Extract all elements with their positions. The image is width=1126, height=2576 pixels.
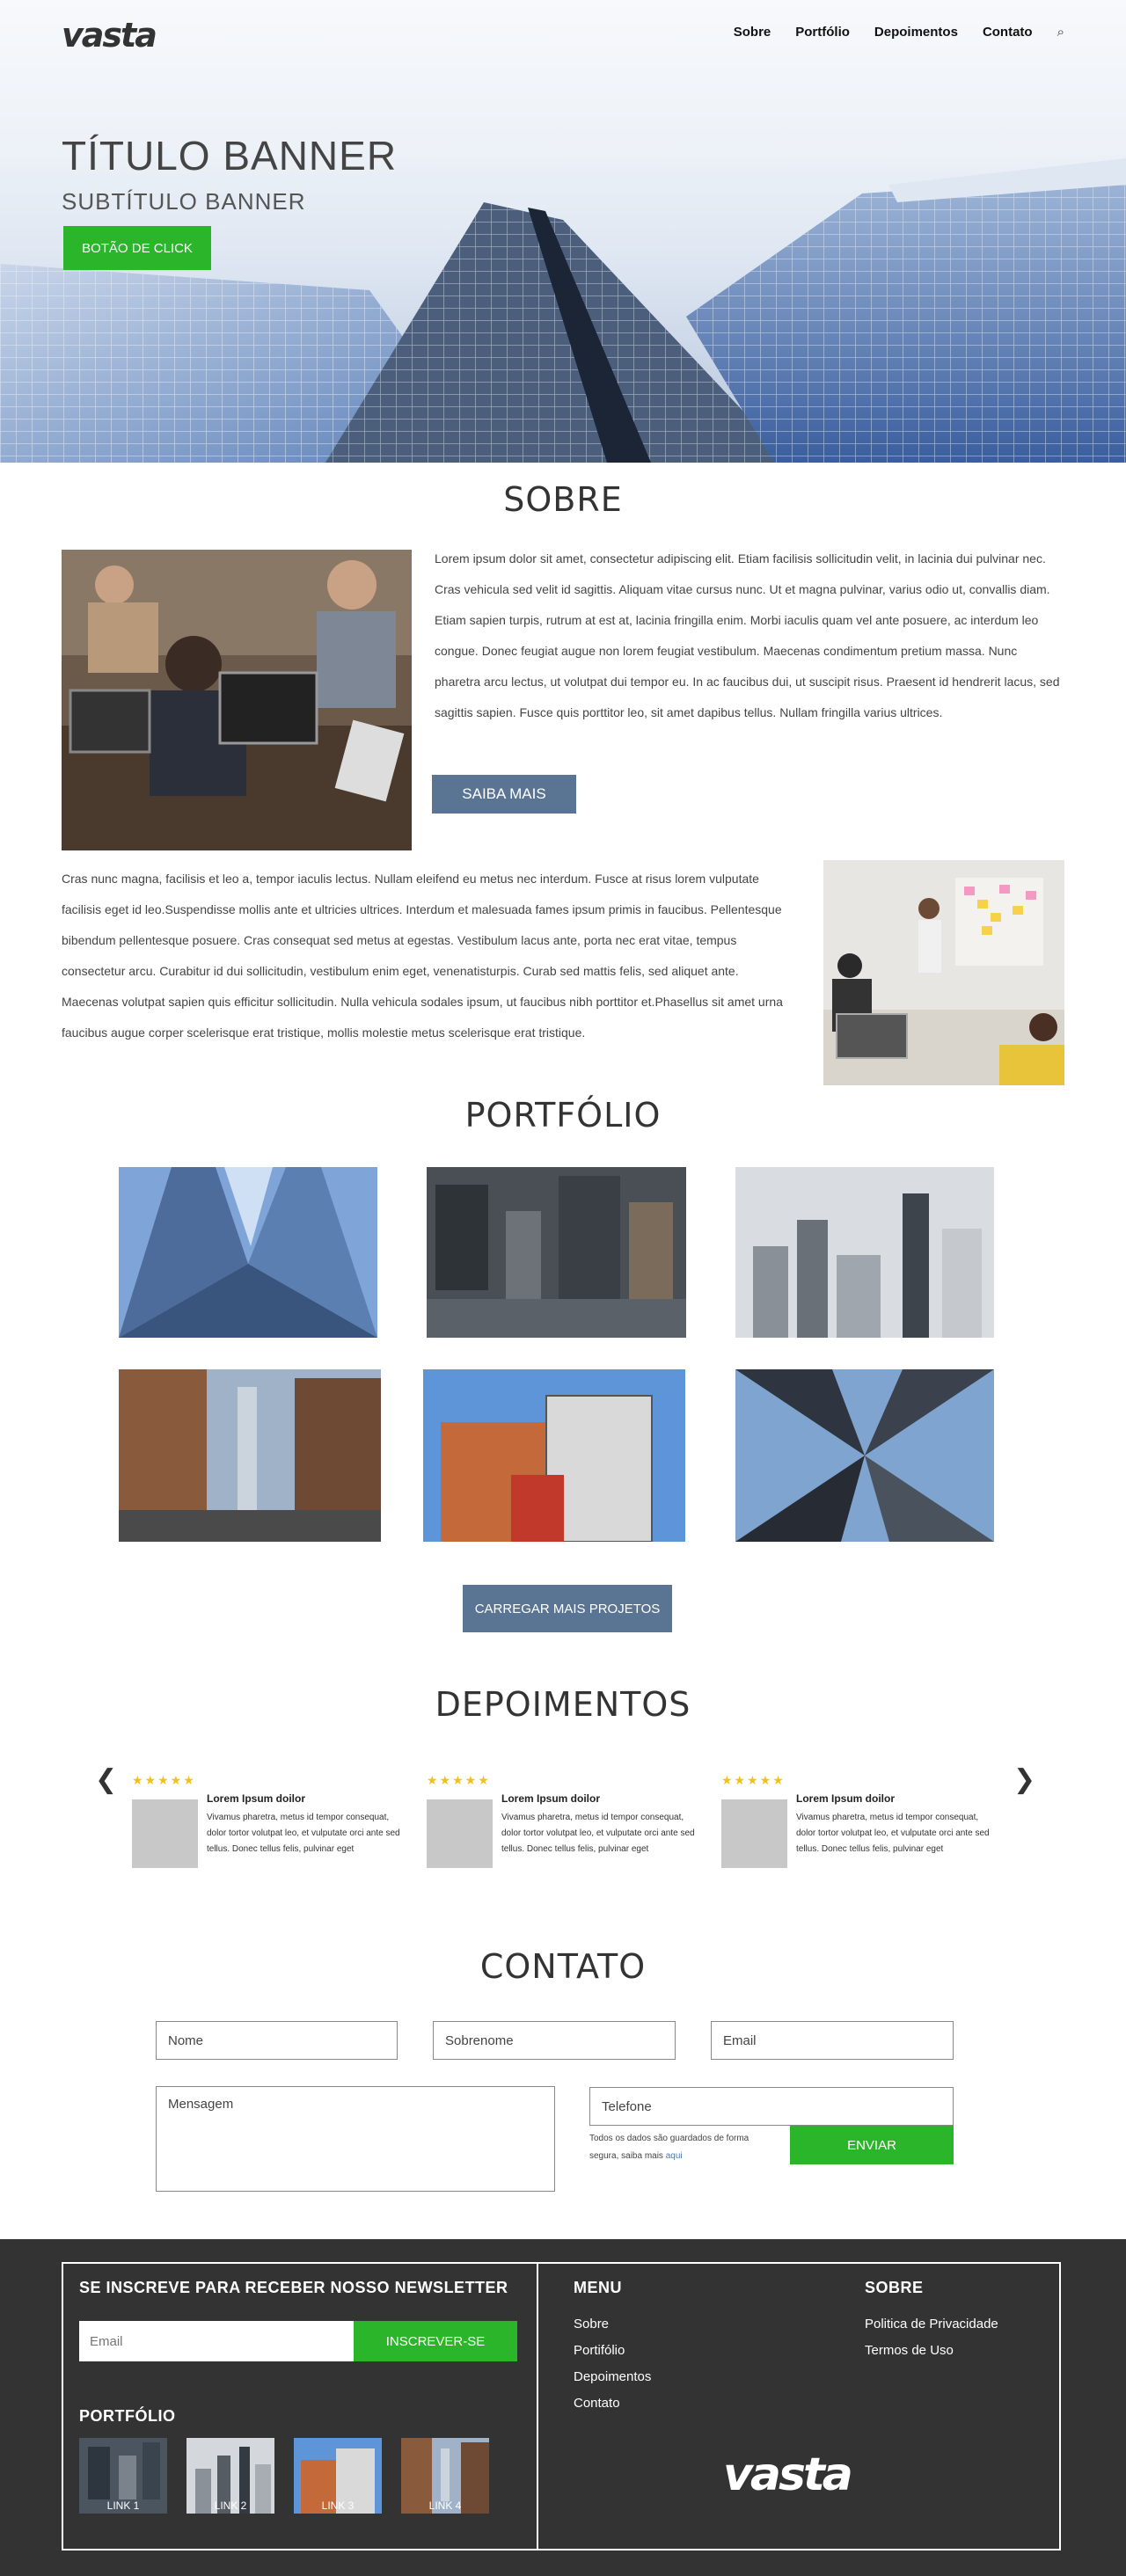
mensagem-field[interactable]	[156, 2086, 555, 2192]
rating-stars-icon: ★★★★★	[132, 1773, 196, 1787]
testimonial-text: Vivamus pharetra, metus id tempor conseq…	[796, 1813, 990, 1854]
nome-field[interactable]	[156, 2021, 398, 2060]
footer: SE INSCREVE PARA RECEBER NOSSO NEWSLETTE…	[0, 2239, 1126, 2576]
hero-cta-button[interactable]: BOTÃO DE CLICK	[63, 226, 211, 270]
portfolio-image-3[interactable]	[735, 1167, 994, 1338]
testimonial-name: Lorem Ipsum doilor	[796, 1792, 896, 1805]
portfolio-image-1[interactable]	[119, 1167, 377, 1338]
meeting-image	[823, 860, 1064, 1085]
footer-divider	[537, 2262, 538, 2550]
footer-sobre-links: Politica de Privacidade Termos de Uso	[865, 2311, 998, 2364]
privacy-note: Todos os dados são guardados de forma se…	[589, 2130, 765, 2165]
menu-item-contato[interactable]: Contato	[983, 25, 1033, 40]
top-navigation: vasta Sobre Portfólio Depoimentos Contat…	[0, 0, 1126, 65]
menu-item-depoimentos[interactable]: Depoimentos	[874, 25, 958, 40]
sobre-paragraph-1: Lorem ipsum dolor sit amet, consectetur …	[435, 551, 1060, 719]
rating-stars-icon: ★★★★★	[721, 1773, 786, 1787]
privacy-link[interactable]: aqui	[666, 2151, 683, 2161]
saiba-mais-button[interactable]: SAIBA MAIS	[432, 775, 576, 814]
portfolio-image-5[interactable]	[423, 1369, 685, 1542]
footer-menu-portfolio[interactable]: Portifólio	[574, 2338, 651, 2364]
testimonial-name: Lorem Ipsum doilor	[501, 1792, 601, 1805]
menu-item-sobre[interactable]: Sobre	[734, 25, 771, 40]
portfolio-image-2[interactable]	[427, 1167, 686, 1338]
portfolio-image-4[interactable]	[119, 1369, 381, 1542]
footer-menu-contato[interactable]: Contato	[574, 2390, 651, 2417]
contato-title: CONTATO	[479, 1947, 647, 1986]
rating-stars-icon: ★★★★★	[427, 1773, 491, 1787]
telefone-field[interactable]	[589, 2087, 954, 2126]
logo[interactable]: vasta	[62, 16, 157, 55]
load-more-projects-button[interactable]: CARREGAR MAIS PROJETOS	[463, 1585, 672, 1632]
footer-portfolio-link-2[interactable]: LINK 2	[186, 2438, 274, 2514]
newsletter-title: SE INSCREVE PARA RECEBER NOSSO NEWSLETTE…	[79, 2279, 508, 2296]
sobre-section: SOBRE Lorem ipsum dolor sit amet, consec…	[0, 463, 1126, 1087]
sobre-title: SOBRE	[503, 480, 623, 519]
depoimentos-section: DEPOIMENTOS ❮ ★★★★★ Lorem Ipsum doilor V…	[0, 1632, 1126, 1868]
footer-menu: Sobre Portifólio Depoimentos Contato	[574, 2311, 651, 2417]
footer-portfolio-link-1[interactable]: LINK 1	[79, 2438, 167, 2514]
testimonial-text: Vivamus pharetra, metus id tempor conseq…	[207, 1813, 400, 1854]
contato-section: CONTATO Todos os dados são guardados de …	[0, 1852, 1126, 2239]
hero-content: TÍTULO BANNER SUBTÍTULO BANNER BOTÃO DE …	[62, 132, 397, 270]
footer-portfolio-link-label: LINK 4	[428, 2499, 462, 2512]
sobrenome-field[interactable]	[433, 2021, 676, 2060]
privacy-policy-link[interactable]: Politica de Privacidade	[865, 2311, 998, 2338]
newsletter-email-input[interactable]	[79, 2321, 354, 2361]
main-menu: Sobre Portfólio Depoimentos Contato ⌕	[734, 25, 1064, 40]
footer-portfolio-link-4[interactable]: LINK 4	[401, 2438, 489, 2514]
testimonial-text: Vivamus pharetra, metus id tempor conseq…	[501, 1813, 695, 1854]
carousel-prev-arrow-icon[interactable]: ❮	[95, 1764, 117, 1795]
portfolio-section: PORTFÓLIO CARREGAR MAIS PROJETOS	[0, 1087, 1126, 1632]
footer-menu-title: MENU	[574, 2279, 622, 2296]
portfolio-image-6[interactable]	[735, 1369, 994, 1542]
footer-portfolio-link-label: LINK 1	[106, 2499, 140, 2512]
footer-menu-sobre[interactable]: Sobre	[574, 2311, 651, 2338]
sobre-paragraph-2: Cras nunc magna, facilisis et leo a, tem…	[62, 872, 783, 1040]
menu-item-portfolio[interactable]: Portfólio	[795, 25, 850, 40]
enviar-button[interactable]: ENVIAR	[790, 2126, 954, 2164]
footer-portfolio-link-3[interactable]: LINK 3	[294, 2438, 382, 2514]
testimonial-name: Lorem Ipsum doilor	[207, 1792, 306, 1805]
footer-portfolio-link-label: LINK 3	[321, 2499, 355, 2512]
email-field[interactable]	[711, 2021, 954, 2060]
hero-subtitle: SUBTÍTULO BANNER	[62, 188, 306, 215]
footer-sobre-title: SOBRE	[865, 2279, 924, 2296]
footer-menu-depoimentos[interactable]: Depoimentos	[574, 2364, 651, 2390]
carousel-next-arrow-icon[interactable]: ❯	[1013, 1764, 1035, 1795]
newsletter-subscribe-button[interactable]: INSCREVER-SE	[354, 2321, 517, 2361]
hero-banner: vasta Sobre Portfólio Depoimentos Contat…	[0, 0, 1126, 463]
depoimentos-title: DEPOIMENTOS	[435, 1685, 691, 1724]
footer-logo: vasta	[723, 2448, 853, 2501]
footer-portfolio-title: PORTFÓLIO	[79, 2407, 176, 2425]
terms-of-use-link[interactable]: Termos de Uso	[865, 2338, 998, 2364]
footer-portfolio-link-label: LINK 2	[214, 2499, 247, 2512]
portfolio-title: PORTFÓLIO	[464, 1096, 662, 1135]
team-working-image	[62, 550, 412, 850]
hero-title: TÍTULO BANNER	[62, 133, 398, 179]
search-icon[interactable]: ⌕	[1057, 25, 1064, 40]
